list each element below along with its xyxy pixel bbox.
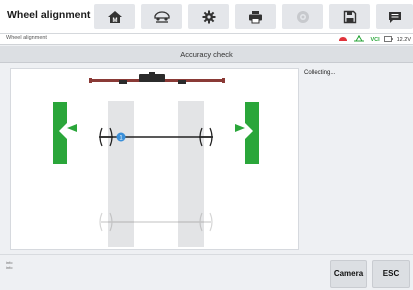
camera-button[interactable]: Camera: [330, 260, 367, 288]
printer-icon: [248, 10, 263, 24]
alignment-diagram-panel: 1: [10, 68, 299, 250]
home-icon: M: [107, 10, 123, 24]
camera-lens-button[interactable]: [282, 4, 323, 29]
camera-lens-icon: [296, 10, 310, 24]
camera-beam-icon: [89, 72, 225, 84]
message-icon: [388, 10, 402, 24]
wheel-alignment-screen: Wheel alignment M Wheel alignment VCI 12…: [0, 0, 413, 290]
car-connection-icon: [338, 36, 348, 44]
breadcrumb: Wheel alignment: [6, 35, 47, 41]
vehicle-lift-icon: [153, 10, 171, 24]
bottom-bar: info info Camera ESC: [0, 254, 413, 290]
save-button[interactable]: [329, 4, 370, 29]
print-button[interactable]: [235, 4, 276, 29]
top-toolbar: Wheel alignment M: [0, 0, 413, 34]
status-indicators: VCI 12.2V: [338, 35, 411, 44]
svg-text:M: M: [112, 18, 117, 24]
message-button[interactable]: [376, 4, 413, 29]
status-bar: Wheel alignment VCI 12.2V: [0, 34, 413, 45]
battery-icon: [383, 35, 393, 44]
settings-gear-icon: [202, 10, 216, 24]
right-target-icon: [235, 102, 259, 164]
collecting-status: Collecting...: [304, 70, 336, 76]
section-title: Accuracy check: [0, 46, 413, 63]
left-target-icon: [53, 102, 77, 164]
info-line-2: info: [6, 265, 13, 270]
vci-label: VCI: [370, 36, 380, 43]
content-area: 1 Collecting...: [0, 64, 413, 254]
vci-connection-icon: [352, 35, 366, 44]
esc-button[interactable]: ESC: [372, 260, 410, 288]
bottom-info: info info: [6, 260, 12, 270]
vehicle-lift-button[interactable]: [141, 4, 182, 29]
axle-position-marker: 1: [116, 132, 126, 142]
alignment-diagram: 1: [53, 72, 259, 247]
home-button[interactable]: M: [94, 4, 135, 29]
settings-button[interactable]: [188, 4, 229, 29]
save-icon: [343, 10, 357, 24]
app-title: Wheel alignment: [7, 9, 91, 21]
battery-voltage: 12.2V: [396, 36, 411, 43]
